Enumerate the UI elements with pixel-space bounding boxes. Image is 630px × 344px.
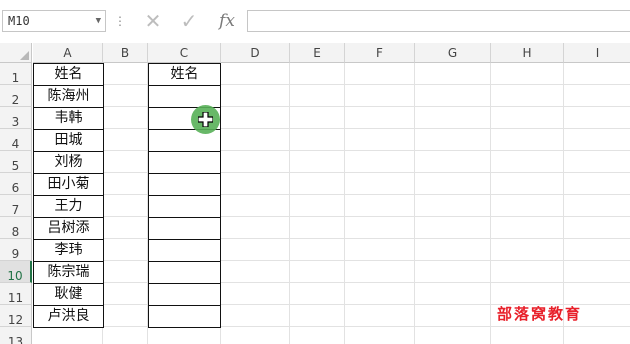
grid-line-horizontal <box>33 172 630 173</box>
row-header-12[interactable]: 12 <box>0 305 32 327</box>
row-header-10[interactable]: 10 <box>0 261 32 283</box>
cell-a4[interactable]: 田城 <box>33 129 104 152</box>
cell-c5[interactable] <box>148 151 221 174</box>
column-header-g[interactable]: G <box>415 43 491 63</box>
worksheet-grid[interactable]: 姓名 陈海州 韦韩 田城 刘杨 田小菊 王力 吕树添 李玮 陈宗瑞 耿健 卢洪良 姓名 <box>33 63 630 344</box>
cell-a10[interactable]: 陈宗瑞 <box>33 261 104 284</box>
column-header-d[interactable]: D <box>221 43 290 63</box>
column-header-b[interactable]: B <box>103 43 148 63</box>
watermark-text: 部落窝教育 <box>497 305 583 323</box>
row-header-2[interactable]: 2 <box>0 85 32 107</box>
cell-a11[interactable]: 耿健 <box>33 283 104 306</box>
grid-line-horizontal <box>33 216 630 217</box>
cell-a6[interactable]: 田小菊 <box>33 173 104 196</box>
cell-c8[interactable] <box>148 217 221 240</box>
cell-a2[interactable]: 陈海州 <box>33 85 104 108</box>
formula-bar: M10 ▼ ⋮ ✕ ✓ fx <box>0 0 630 40</box>
name-box[interactable]: M10 ▼ <box>2 10 106 32</box>
cell-c1[interactable]: 姓名 <box>148 63 221 86</box>
cell-a9[interactable]: 李玮 <box>33 239 104 262</box>
cell-c10[interactable] <box>148 261 221 284</box>
row-header-8[interactable]: 8 <box>0 217 32 239</box>
cell-c11[interactable] <box>148 283 221 306</box>
grid-line-horizontal <box>33 150 630 151</box>
cell-a1[interactable]: 姓名 <box>33 63 104 86</box>
cell-a12[interactable]: 卢洪良 <box>33 305 104 328</box>
row-header-3[interactable]: 3 <box>0 107 32 129</box>
grid-line-horizontal <box>33 260 630 261</box>
cell-c7[interactable] <box>148 195 221 218</box>
row-header-6[interactable]: 6 <box>0 173 32 195</box>
cell-c2[interactable] <box>148 85 221 108</box>
row-header-11[interactable]: 11 <box>0 283 32 305</box>
check-icon[interactable]: ✓ <box>176 9 202 33</box>
grid-line-horizontal <box>33 128 630 129</box>
formula-input[interactable] <box>247 10 630 32</box>
name-box-value: M10 <box>8 14 30 28</box>
grid-line-horizontal <box>33 194 630 195</box>
row-header-7[interactable]: 7 <box>0 195 32 217</box>
cell-a7[interactable]: 王力 <box>33 195 104 218</box>
chevron-down-icon[interactable]: ▼ <box>96 11 101 31</box>
insert-function-icon[interactable]: fx <box>214 9 240 33</box>
cancel-icon[interactable]: ✕ <box>140 9 166 33</box>
grid-line-horizontal <box>33 326 630 327</box>
grid-line-horizontal <box>33 282 630 283</box>
row-header-13[interactable]: 13 <box>0 327 32 344</box>
cell-a5[interactable]: 刘杨 <box>33 151 104 174</box>
grid-line-horizontal <box>33 106 630 107</box>
column-header-c[interactable]: C <box>148 43 221 63</box>
grid-line-horizontal <box>33 84 630 85</box>
select-all-triangle-icon <box>20 51 29 60</box>
column-header-f[interactable]: F <box>345 43 415 63</box>
grid-line-horizontal <box>33 238 630 239</box>
select-all-button[interactable] <box>0 43 32 63</box>
cell-c9[interactable] <box>148 239 221 262</box>
column-header-a[interactable]: A <box>33 43 103 63</box>
column-header-e[interactable]: E <box>290 43 345 63</box>
row-header-1[interactable]: 1 <box>0 63 32 85</box>
column-header-i[interactable]: I <box>564 43 630 63</box>
cell-a8[interactable]: 吕树添 <box>33 217 104 240</box>
row-header-9[interactable]: 9 <box>0 239 32 261</box>
cell-a3[interactable]: 韦韩 <box>33 107 104 130</box>
cell-select-cursor-icon <box>198 112 213 127</box>
column-header-h[interactable]: H <box>491 43 564 63</box>
cell-c12[interactable] <box>148 305 221 328</box>
row-header-4[interactable]: 4 <box>0 129 32 151</box>
formula-bar-separator: ⋮ <box>114 14 126 28</box>
row-header-5[interactable]: 5 <box>0 151 32 173</box>
cell-c6[interactable] <box>148 173 221 196</box>
